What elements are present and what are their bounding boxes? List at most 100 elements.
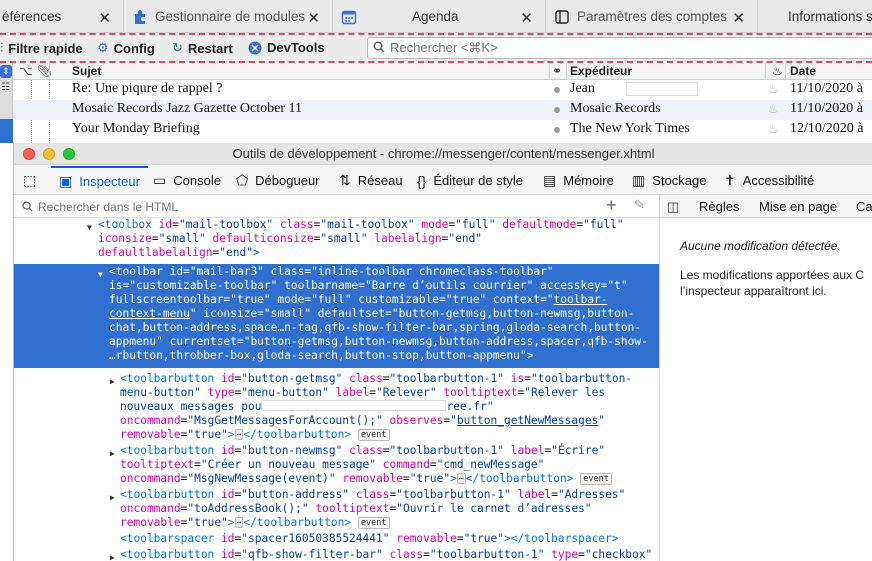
table-row[interactable]: Re: Une piqure de rappel ? Jean ♨ 11/10/… — [13, 80, 872, 100]
config-label: Config — [113, 40, 155, 56]
junk-status-icon[interactable]: ♨ — [768, 102, 779, 116]
devtools-icon — [248, 41, 262, 54]
markup-line: chat,button-address,space…n-tag,qfb-show… — [109, 321, 642, 334]
tab-calendar[interactable]: Agenda ✕ — [333, 0, 546, 33]
tab-rules[interactable]: Règles — [699, 199, 739, 214]
close-icon[interactable]: ✕ — [520, 9, 533, 27]
read-status-icon[interactable] — [554, 107, 560, 113]
tab-addons[interactable]: Gestionnaire de modules ✕ — [124, 0, 333, 33]
markup-line: menu-button" type="menu-button" label="R… — [120, 386, 606, 399]
tab-account-settings[interactable]: Paramètres des comptes ( ✕ — [546, 0, 758, 33]
folder-list-icon[interactable]: ☷ — [1, 82, 10, 93]
redacted-block — [261, 400, 447, 411]
tab-network[interactable]: ⇅ Réseau — [339, 166, 403, 195]
collapse-twisty-icon[interactable]: ▶ — [110, 375, 115, 389]
markup-line: removable="true"> ⋯ </toolbarbutton> event — [120, 428, 390, 442]
junk-icon[interactable]: ♨ — [772, 64, 783, 78]
tab-style-editor[interactable]: {} Éditeur de style — [417, 166, 523, 195]
junk-status-icon[interactable]: ♨ — [768, 82, 779, 96]
markup-node[interactable]: <toolbarbutton id="button-getmsg" class=… — [120, 372, 632, 386]
tab-layout[interactable]: Mise en page — [759, 199, 837, 214]
html-search-input[interactable]: Rechercher dans le HTML + ✎ — [14, 195, 659, 218]
redacted-block — [626, 82, 698, 96]
tab-console[interactable]: ▭ Console — [153, 166, 221, 195]
close-icon[interactable]: ✕ — [307, 9, 320, 27]
markup-line: iconsize="small" defaulticonsize="small"… — [98, 232, 483, 245]
column-sender[interactable]: Expéditeur — [570, 64, 632, 78]
row-date: 11/10/2020 à — [790, 101, 863, 116]
markup-node-selected[interactable]: <toolbar id="mail-bar3" class="inline-to… — [109, 265, 554, 279]
collapse-twisty-icon[interactable]: ▶ — [110, 447, 115, 461]
mail-toolbar: ⫶ Filtre rapide ⚙ Config ↻ Restart DevTo… — [0, 33, 872, 63]
pick-element-icon[interactable]: ⬚ — [23, 172, 36, 189]
close-icon[interactable]: ✕ — [98, 9, 111, 27]
expand-twisty-icon[interactable]: ▼ — [98, 268, 103, 282]
markup-line: context-menu" iconsize="small" defaultse… — [109, 307, 635, 320]
eyedropper-icon[interactable]: ✎ — [634, 197, 645, 213]
folder-toggle-icon[interactable]: ⇕ — [0, 65, 12, 78]
quick-filter-button[interactable]: ⫶ Filtre rapide — [0, 40, 83, 56]
debugger-icon: ⬠ — [236, 172, 249, 188]
console-icon: ▭ — [153, 172, 167, 188]
tab-bar: éférences ✕ Gestionnaire de modules ✕ Ag… — [0, 0, 872, 33]
tab-inspector[interactable]: ▣ Inspecteur — [51, 166, 148, 195]
collapse-twisty-icon[interactable]: ▶ — [110, 491, 115, 505]
event-badge[interactable]: event — [357, 429, 390, 441]
devtools-button[interactable]: DevTools — [248, 40, 325, 55]
tab-label: Réseau — [357, 173, 403, 188]
collapsed-children-icon[interactable]: ⋯ — [456, 473, 466, 484]
changes-hint-line: l’inspecteur apparaîtront ici. — [680, 284, 827, 298]
table-row[interactable]: Mosaic Records Jazz Gazette October 11 M… — [13, 100, 872, 120]
glasses-icon[interactable]: ⚭ — [552, 64, 562, 78]
tab-info[interactable]: Informations s — [758, 0, 872, 33]
tab-memory[interactable]: ▤ Mémoire — [543, 166, 614, 195]
column-subject[interactable]: Sujet — [72, 64, 101, 78]
expand-twisty-icon[interactable]: ▼ — [87, 221, 92, 235]
close-window-icon[interactable] — [23, 148, 35, 160]
row-subject: Your Monday Briefing — [72, 121, 200, 136]
row-date: 12/10/2020 à — [790, 121, 864, 136]
tab-label: Accessibilité — [742, 173, 815, 188]
markup-node[interactable]: <toolbox id="mail-toolbox" class="mail-t… — [98, 218, 624, 232]
markup-node[interactable]: <toolbarbutton id="button-newmsg" class=… — [120, 444, 605, 458]
row-subject: Mosaic Records Jazz Gazette October 11 — [72, 101, 302, 116]
tab-label: Informations s — [788, 9, 872, 24]
thread-column-icon[interactable]: ⌥ — [19, 64, 33, 78]
tab-computed[interactable]: Cal — [856, 199, 872, 214]
quick-filter-label: Filtre rapide — [8, 40, 83, 56]
zoom-window-icon[interactable] — [63, 148, 75, 160]
row-date: 11/10/2020 à — [790, 81, 863, 96]
toggle-sidebar-icon[interactable]: ◫ — [667, 199, 679, 215]
close-icon[interactable]: ✕ — [732, 9, 745, 27]
search-icon — [22, 201, 33, 212]
event-badge[interactable]: event — [357, 517, 390, 529]
row-sender: Mosaic Records — [570, 101, 661, 116]
restart-button[interactable]: ↻ Restart — [172, 40, 233, 56]
changes-hint-line: Les modifications apportées aux C — [680, 268, 865, 282]
inspector-icon: ▣ — [59, 173, 73, 189]
markup-node[interactable]: <toolbarbutton id="qfb-show-filter-bar" … — [120, 548, 652, 561]
read-status-icon[interactable] — [554, 127, 560, 133]
row-sender: The New York Times — [570, 121, 690, 136]
markup-node[interactable]: <toolbarbutton id="button-address" class… — [120, 488, 625, 502]
config-button[interactable]: ⚙ Config — [97, 40, 155, 56]
minimize-window-icon[interactable] — [43, 148, 55, 160]
table-row[interactable]: Your Monday Briefing The New York Times … — [13, 120, 872, 140]
event-badge[interactable]: event — [580, 473, 612, 485]
tab-accessibility[interactable]: ✝ Accessibilité — [724, 166, 814, 195]
tab-preferences[interactable]: éférences ✕ — [0, 0, 124, 33]
no-changes-text: Aucune modification détectée. — [680, 239, 841, 253]
markup-line: oncommand="MsgNewMessage(event)" removab… — [120, 472, 612, 486]
column-date[interactable]: Date — [790, 64, 816, 78]
tab-storage[interactable]: ▥ Stockage — [632, 166, 706, 195]
markup-line: appmenu" currentset="button-getmsg,butto… — [109, 335, 648, 348]
junk-status-icon[interactable]: ♨ — [768, 122, 779, 136]
devtools-titlebar: Outils de développement - chrome://messe… — [14, 143, 872, 165]
collapse-twisty-icon[interactable]: ▶ — [110, 551, 115, 561]
tab-debugger[interactable]: ⬠ Débogueur — [236, 166, 320, 195]
read-status-icon[interactable] — [554, 87, 560, 93]
add-node-icon[interactable]: + — [606, 195, 617, 216]
markup-node[interactable]: <toolbarspacer id="spacer16050385524441"… — [120, 532, 619, 546]
markup-line: oncommand="MsgGetMessagesForAccount();" … — [120, 414, 606, 427]
mail-search-input[interactable]: Rechercher <⌘K> — [367, 37, 872, 59]
